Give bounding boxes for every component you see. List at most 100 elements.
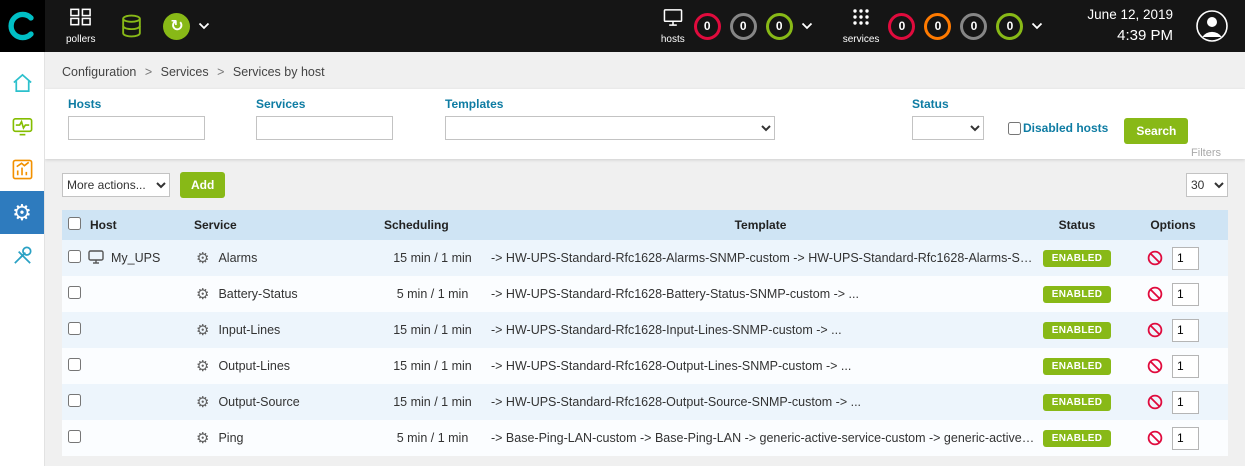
row-checkbox[interactable] [68,358,81,371]
options-input[interactable] [1172,427,1199,450]
scheduling-value: 5 min / 1 min [380,420,485,456]
topbar-pollers[interactable]: pollers [66,7,95,45]
breadcrumb-configuration[interactable]: Configuration [62,65,136,79]
services-ok-counter[interactable]: 0 [996,13,1023,40]
templates-filter-select[interactable] [445,116,775,140]
disable-icon[interactable] [1147,358,1163,374]
actions-row: More actions... Add 30 [45,159,1245,209]
row-checkbox[interactable] [68,430,81,443]
page-size-select[interactable]: 30 [1186,173,1228,197]
services-unknown-counter[interactable]: 0 [960,13,987,40]
services-filter-input[interactable] [256,116,393,140]
scheduling-value: 15 min / 1 min [380,348,485,384]
options-input[interactable] [1172,319,1199,342]
breadcrumb-services-by-host[interactable]: Services by host [233,65,325,79]
filter-status: Status [912,97,984,140]
service-name[interactable]: Ping [218,431,243,445]
services-dropdown-chevron-icon[interactable] [1031,22,1043,30]
services-label: services [843,35,880,45]
current-time: 4:39 PM [1087,25,1173,46]
topbar-hosts-group: hosts 0 0 0 [661,8,813,45]
hosts-label: hosts [661,35,685,45]
status-badge: ENABLED [1043,358,1111,375]
hosts-down-counter[interactable]: 0 [694,13,721,40]
col-header-host: Host [86,210,190,240]
service-gear-icon: ⚙ [196,287,209,302]
service-name[interactable]: Battery-Status [218,287,297,301]
profile-icon[interactable] [1195,9,1229,43]
disable-icon[interactable] [1147,286,1163,302]
table-header-row: Host Service Scheduling Template Status … [62,210,1228,240]
services-warning-counter[interactable]: 0 [924,13,951,40]
tools-icon [11,244,34,267]
service-name[interactable]: Output-Lines [218,359,290,373]
search-button[interactable]: Search [1124,118,1188,144]
filter-bar: Hosts Services Templates Status [45,89,1245,159]
row-checkbox[interactable] [68,250,81,263]
disabled-hosts-toggle[interactable]: Disabled hosts [1008,121,1108,135]
col-header-template: Template [485,210,1036,240]
sidebar-item-monitoring[interactable] [0,105,44,148]
row-checkbox[interactable] [68,394,81,407]
scheduling-value: 15 min / 1 min [380,312,485,348]
row-checkbox[interactable] [68,322,81,335]
disabled-hosts-checkbox[interactable] [1008,122,1021,135]
services-table: Host Service Scheduling Template Status … [62,210,1228,456]
hosts-unreachable-counter[interactable]: 0 [730,13,757,40]
status-badge: ENABLED [1043,394,1111,411]
services-icon [851,7,871,32]
add-button[interactable]: Add [180,172,225,198]
host-icon [88,250,104,267]
select-all-checkbox[interactable] [68,217,81,230]
scheduling-value: 15 min / 1 min [380,384,485,420]
service-name[interactable]: Input-Lines [218,323,280,337]
options-input[interactable] [1172,283,1199,306]
chart-icon [11,158,34,181]
hosts-up-counter[interactable]: 0 [766,13,793,40]
hosts-dropdown-chevron-icon[interactable] [801,22,813,30]
refresh-glyph: ↻ [170,16,183,36]
service-name[interactable]: Alarms [218,251,257,265]
centreon-logo[interactable] [0,0,45,52]
breadcrumb-services[interactable]: Services [161,65,209,79]
heartbeat-icon [11,115,34,138]
options-input[interactable] [1172,391,1199,414]
sidebar-item-reporting[interactable] [0,148,44,191]
sidebar-item-configuration[interactable]: ⚙ [0,191,44,234]
service-gear-icon: ⚙ [196,251,209,266]
pollers-icon [69,7,92,32]
services-critical-counter[interactable]: 0 [888,13,915,40]
filters-link[interactable]: Filters [1191,147,1221,159]
hosts-filter-input[interactable] [68,116,205,140]
row-checkbox[interactable] [68,286,81,299]
table-row: ⚙ Ping 5 min / 1 min -> Base-Ping-LAN-cu… [62,420,1228,456]
poller-dropdown-chevron-icon[interactable] [198,22,210,30]
database-icon[interactable] [119,13,144,39]
topbar-hosts[interactable]: hosts [661,8,685,45]
service-name[interactable]: Output-Source [218,395,299,409]
breadcrumb-separator: > [145,65,152,79]
disable-icon[interactable] [1147,430,1163,446]
disable-icon[interactable] [1147,250,1163,266]
options-input[interactable] [1172,355,1199,378]
disable-icon[interactable] [1147,322,1163,338]
table-row: My_UPS ⚙ Alarms 15 min / 1 min -> HW-UPS… [62,240,1228,276]
scheduling-value: 15 min / 1 min [380,240,485,276]
topbar-services[interactable]: services [843,7,880,45]
service-gear-icon: ⚙ [196,395,209,410]
status-filter-select[interactable] [912,116,984,140]
sidebar-item-home[interactable] [0,62,44,105]
host-name[interactable]: My_UPS [111,251,160,265]
disable-icon[interactable] [1147,394,1163,410]
options-input[interactable] [1172,247,1199,270]
sidebar-item-administration[interactable] [0,234,44,277]
templates-filter-label: Templates [445,97,775,111]
table-row: ⚙ Battery-Status 5 min / 1 min -> HW-UPS… [62,276,1228,312]
breadcrumb: Configuration > Services > Services by h… [45,52,1245,89]
status-filter-label: Status [912,97,984,111]
datetime: June 12, 2019 4:39 PM [1087,6,1173,46]
more-actions-select[interactable]: More actions... [62,173,170,197]
table-row: ⚙ Input-Lines 15 min / 1 min -> HW-UPS-S… [62,312,1228,348]
main-content: Configuration > Services > Services by h… [45,52,1245,466]
platform-status-icon[interactable]: ↻ [163,13,190,40]
